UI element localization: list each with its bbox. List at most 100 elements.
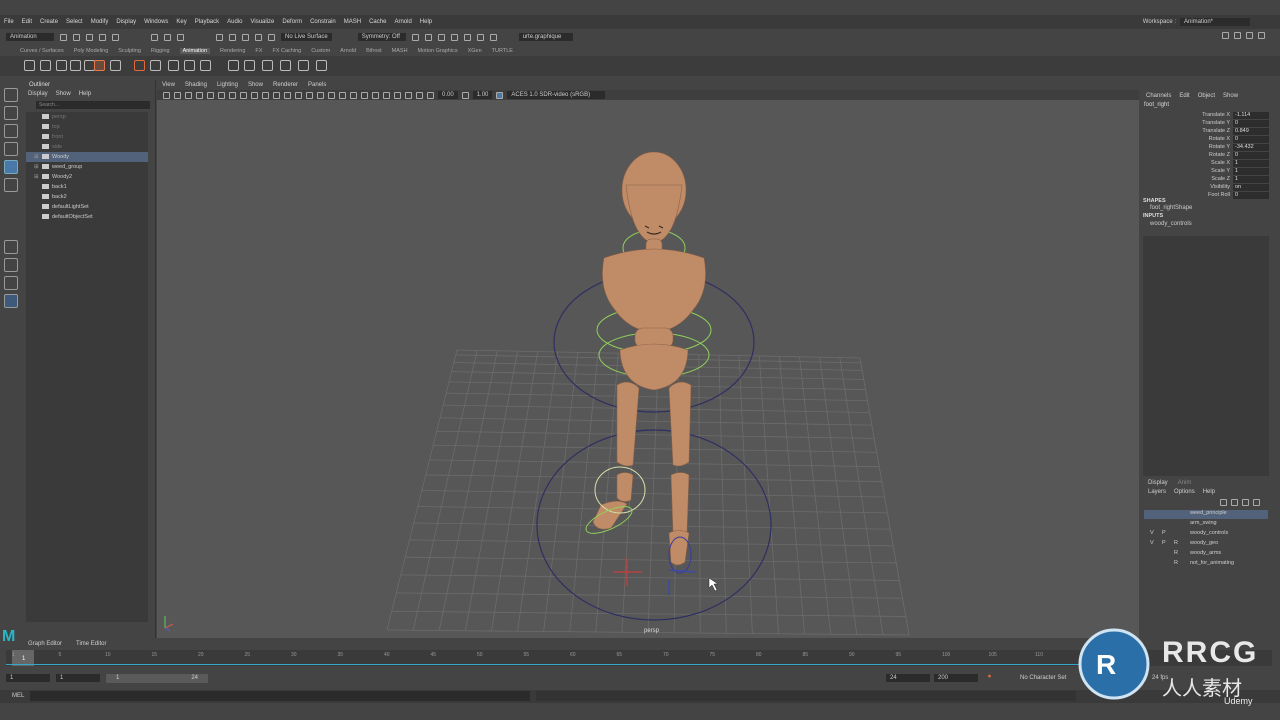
parent-constraint-icon[interactable] xyxy=(228,60,239,71)
lasso-tool-icon[interactable] xyxy=(4,106,18,120)
textured-icon[interactable] xyxy=(306,91,313,99)
time-editor-tab[interactable]: Time Editor xyxy=(76,641,106,647)
menu-visualize[interactable]: Visualize xyxy=(250,19,274,25)
channel-value-field[interactable]: 0 xyxy=(1233,192,1269,199)
isolate-select-icon[interactable] xyxy=(383,91,390,99)
scale-tool-icon[interactable] xyxy=(4,178,18,192)
layer-name[interactable]: woody_geo xyxy=(1190,540,1218,546)
color-management-icon[interactable] xyxy=(496,91,504,99)
channel-row[interactable]: Visibility on xyxy=(1140,184,1270,192)
channel-row[interactable]: Rotate Y -34.432 xyxy=(1140,144,1270,152)
menu-edit[interactable]: Edit xyxy=(22,19,32,25)
start-time-field[interactable]: 1 xyxy=(6,674,50,682)
channel-value-field[interactable]: 1 xyxy=(1233,160,1269,167)
outliner-item[interactable]: defaultObjectSet xyxy=(26,212,148,222)
menu-playback[interactable]: Playback xyxy=(195,19,219,25)
anti-aliasing-icon[interactable] xyxy=(361,91,368,99)
symmetry-dropdown[interactable]: Symmetry: Off xyxy=(357,33,406,41)
shelf-tab-mash[interactable]: MASH xyxy=(392,48,408,54)
hypershade-icon[interactable] xyxy=(450,33,458,41)
channel-value-field[interactable]: 0 xyxy=(1233,152,1269,159)
channel-value-field[interactable]: 0 xyxy=(1233,136,1269,143)
anim-layer-tab[interactable]: Anim xyxy=(1178,480,1192,486)
channel-value-field[interactable]: 1 xyxy=(1233,176,1269,183)
layer-name[interactable]: woody_arms xyxy=(1190,550,1221,556)
channel-row[interactable]: Scale Y1 xyxy=(1140,168,1270,176)
grid-icon[interactable] xyxy=(207,91,214,99)
set-key-icon[interactable] xyxy=(24,60,35,71)
channel-row[interactable]: Rotate Z0 xyxy=(1140,152,1270,160)
playback-end-field[interactable]: 24 xyxy=(886,674,930,682)
shadows-icon[interactable] xyxy=(328,91,335,99)
channel-value-field[interactable]: 0 xyxy=(1233,120,1269,127)
ambient-occlusion-icon[interactable] xyxy=(339,91,346,99)
pause-icon[interactable] xyxy=(489,33,497,41)
dope-sheet-icon[interactable] xyxy=(70,60,81,71)
snap-curve-icon[interactable] xyxy=(229,33,236,41)
menu-mash[interactable]: MASH xyxy=(344,19,361,25)
menu-windows[interactable]: Windows xyxy=(144,19,168,25)
graph-editor-icon[interactable] xyxy=(56,60,67,71)
render-icon[interactable] xyxy=(411,33,419,41)
expand-icon[interactable]: ⊞ xyxy=(34,152,39,162)
move-layer-up-icon[interactable] xyxy=(1220,499,1227,506)
scale-constraint-icon[interactable] xyxy=(244,60,255,71)
menuset-dropdown[interactable]: Animation xyxy=(6,33,54,41)
channel-value-field[interactable]: 0.849 xyxy=(1233,128,1269,135)
visibility-toggle[interactable]: V xyxy=(1150,530,1154,536)
outliner-menu-help[interactable]: Help xyxy=(79,91,91,97)
shelf-tab-arnold[interactable]: Arnold xyxy=(340,48,356,54)
snap-point-icon[interactable] xyxy=(242,33,249,41)
auto-key-icon[interactable]: ⏺ xyxy=(988,674,991,681)
layer-row[interactable]: V Pwoody_controls xyxy=(1144,530,1268,539)
layer-row[interactable]: arm_swing xyxy=(1144,520,1268,529)
smooth-shade-icon[interactable] xyxy=(284,91,291,99)
channels-menu[interactable]: Channels xyxy=(1146,93,1171,99)
single-perspective-icon[interactable] xyxy=(4,240,18,254)
ghost-icon[interactable] xyxy=(94,60,105,71)
menu-arnold[interactable]: Arnold xyxy=(394,19,411,25)
menu-select[interactable]: Select xyxy=(66,19,83,25)
user-account-dropdown[interactable]: urte.graphique xyxy=(518,33,573,41)
outliner-item[interactable]: persp xyxy=(26,112,148,122)
playback-toggle[interactable]: P xyxy=(1162,540,1166,546)
xray-icon[interactable] xyxy=(394,91,401,99)
outliner-item[interactable]: side xyxy=(26,142,148,152)
menu-file[interactable]: File xyxy=(4,19,14,25)
viewport-menu-renderer[interactable]: Renderer xyxy=(273,82,298,88)
reference-toggle[interactable]: R xyxy=(1174,540,1178,546)
film-gate-icon[interactable] xyxy=(218,91,225,99)
outliner-item[interactable]: front xyxy=(26,132,148,142)
new-layer-icon[interactable] xyxy=(1242,499,1249,506)
modeling-toolkit-icon[interactable] xyxy=(1222,32,1229,39)
depth-of-field-icon[interactable] xyxy=(372,91,379,99)
channel-value-field[interactable]: 1 xyxy=(1233,168,1269,175)
new-scene-icon[interactable] xyxy=(60,33,67,41)
outliner-search-input[interactable]: Search... xyxy=(36,101,150,109)
channel-box-icon[interactable] xyxy=(1258,32,1265,39)
image-plane-icon[interactable] xyxy=(196,91,203,99)
exposure-icon[interactable] xyxy=(427,91,434,99)
lock-icon[interactable] xyxy=(268,33,275,41)
channel-row[interactable]: Translate Y0 xyxy=(1140,120,1270,128)
layer-name[interactable]: not_for_animating xyxy=(1190,560,1234,566)
playblast-icon[interactable] xyxy=(110,60,121,71)
display-layer-tab[interactable]: Display xyxy=(1148,480,1168,486)
open-scene-icon[interactable] xyxy=(73,33,80,41)
shelf-tab-fx-caching[interactable]: FX Caching xyxy=(272,48,301,54)
new-layer-selected-icon[interactable] xyxy=(1253,499,1260,506)
snap-surface-icon[interactable] xyxy=(255,33,262,41)
character-set-dropdown[interactable]: No Character Set xyxy=(1020,675,1066,681)
ik-spline-icon[interactable] xyxy=(168,60,179,71)
select-component-icon[interactable] xyxy=(177,33,184,41)
bookmark-icon[interactable] xyxy=(185,91,192,99)
gamma-field[interactable]: 1.00 xyxy=(472,91,493,99)
tool-settings-icon[interactable] xyxy=(1246,32,1253,39)
channel-row[interactable]: Scale Z1 xyxy=(1140,176,1270,184)
visibility-toggle[interactable]: V xyxy=(1150,540,1154,546)
shape-node[interactable]: foot_rightShape xyxy=(1150,205,1192,211)
playback-toggle[interactable]: P xyxy=(1162,530,1166,536)
live-surface-field[interactable]: No Live Surface xyxy=(281,33,332,41)
outliner-item[interactable]: ⊞ weed_group xyxy=(26,162,148,172)
arnold-render-icon[interactable] xyxy=(463,33,471,41)
